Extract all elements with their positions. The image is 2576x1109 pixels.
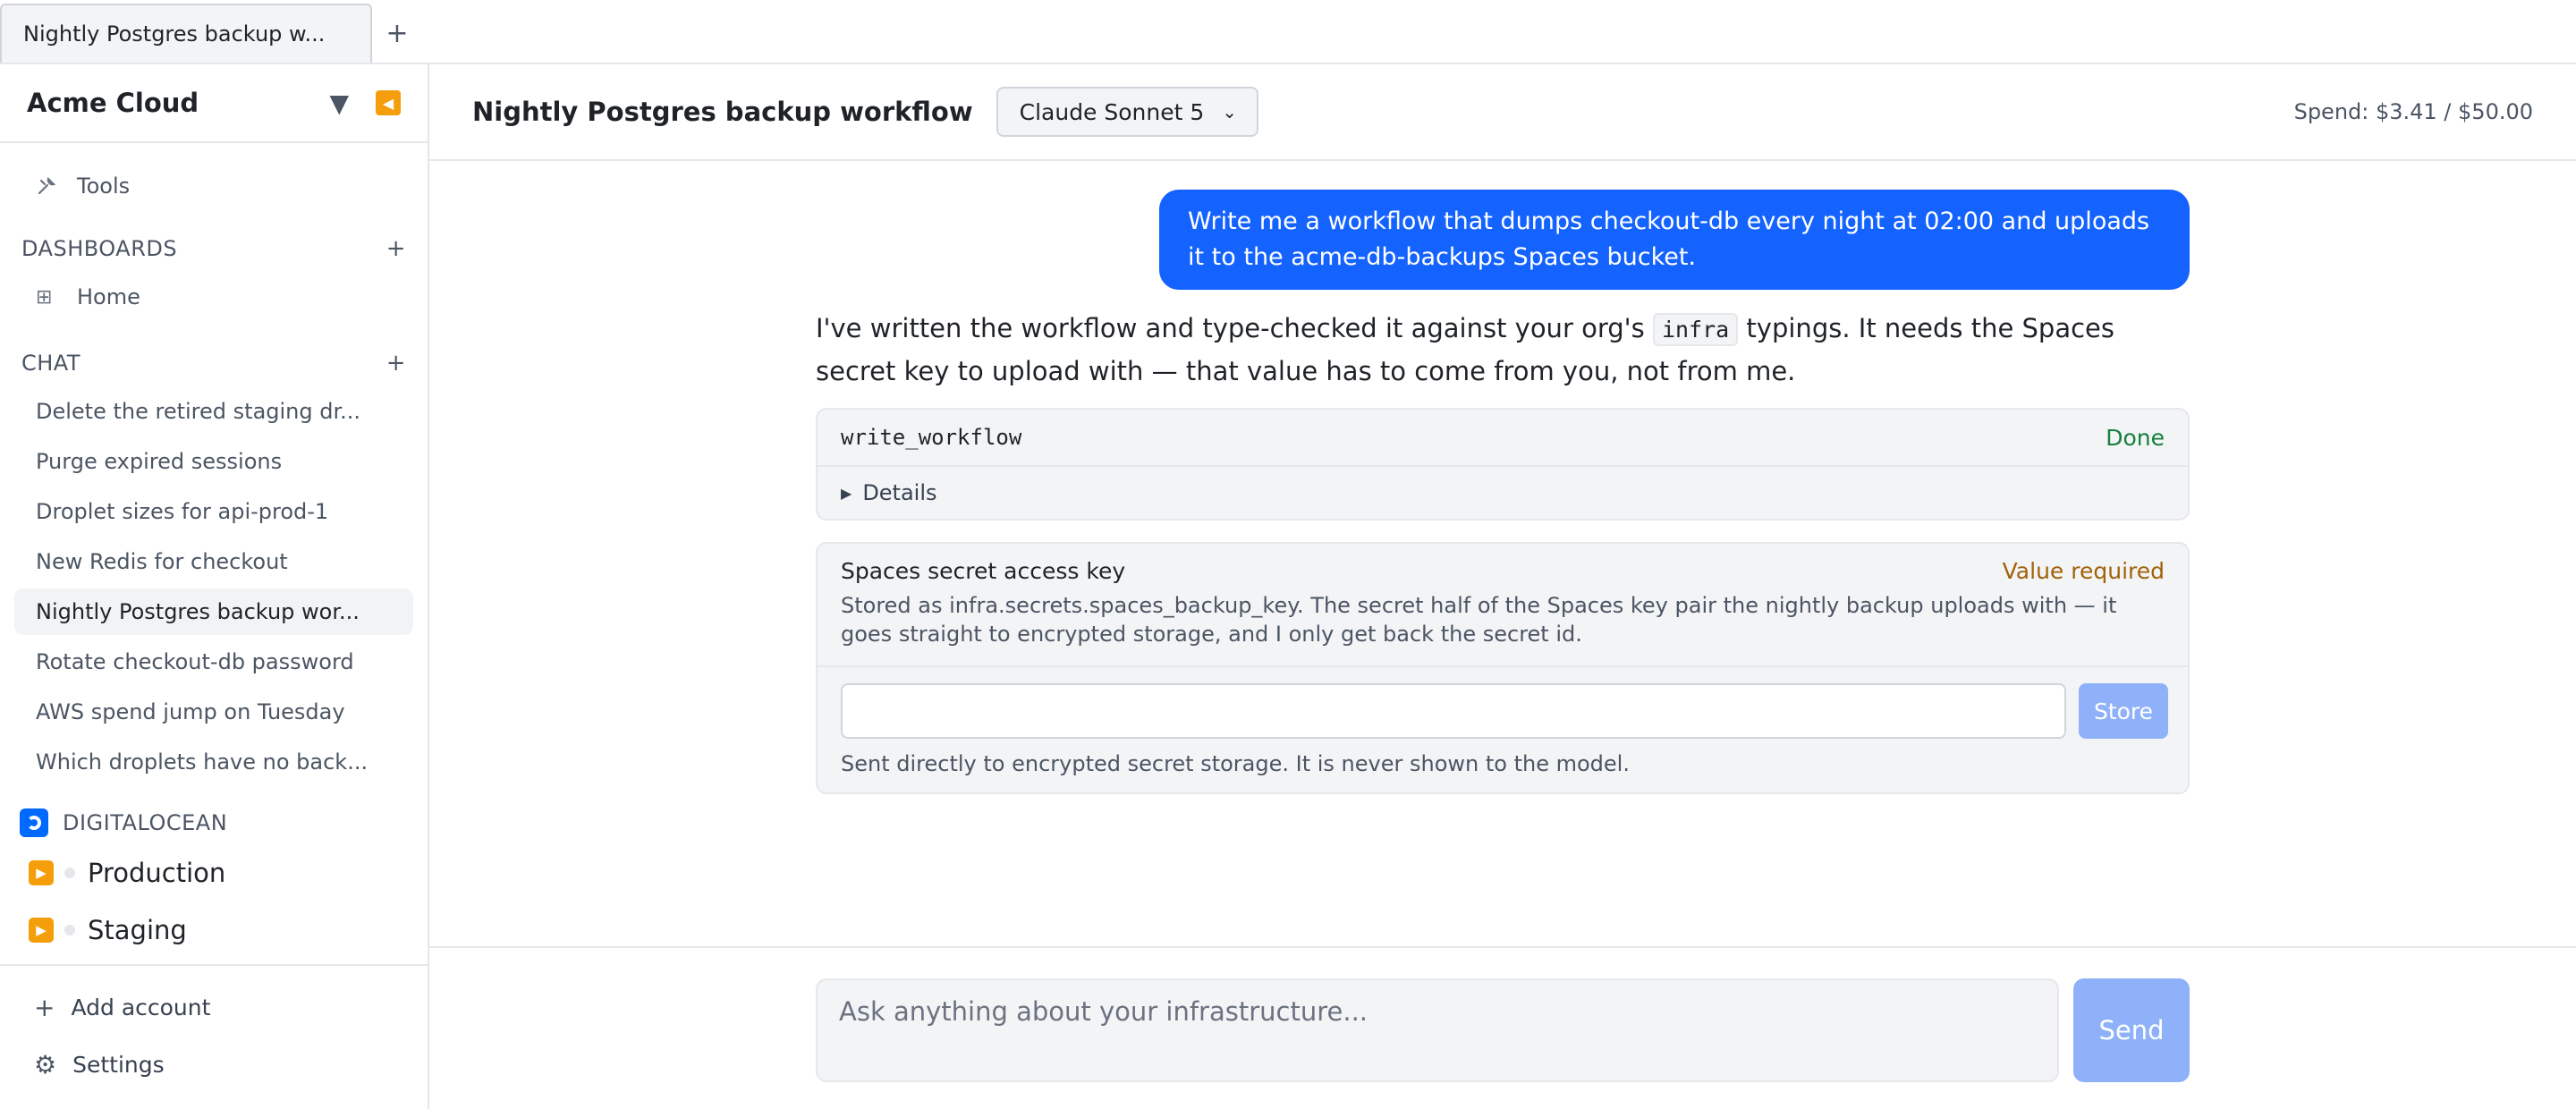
spend-indicator: Spend: $3.41 / $50.00 xyxy=(2293,99,2533,124)
chat-item[interactable]: Which droplets have no back... xyxy=(14,739,413,785)
chevron-down-icon: ⌄ xyxy=(1222,101,1238,123)
chat-item[interactable]: Droplet sizes for api-prod-1 xyxy=(14,488,413,535)
new-tab-plus-icon[interactable]: + xyxy=(372,4,422,63)
new-chat-plus-icon[interactable]: + xyxy=(386,350,406,377)
chat-header: Nightly Postgres backup workflow Claude … xyxy=(429,64,2576,161)
grid-icon: ⊞ xyxy=(36,285,53,309)
inline-code: infra xyxy=(1652,313,1739,346)
chat-item[interactable]: New Redis for checkout xyxy=(14,538,413,585)
tool-call-header: write_workflow Done xyxy=(818,410,2188,467)
secret-request-header: Spaces secret access key Value required … xyxy=(818,544,2188,667)
chat-item-label: AWS spend jump on Tuesday xyxy=(36,699,345,724)
section-title: DASHBOARDS xyxy=(21,236,178,261)
chat-item[interactable]: Delete the retired staging dr... xyxy=(14,388,413,435)
message-input-placeholder: Ask anything about your infrastructure..… xyxy=(839,996,1368,1027)
sidebar-item-label: Tools xyxy=(77,174,131,199)
status-dot xyxy=(64,868,75,878)
play-icon: ▶ xyxy=(29,918,54,943)
sidebar-item-label: Home xyxy=(77,284,140,309)
composer-area: Ask anything about your infrastructure..… xyxy=(429,946,2576,1109)
secret-note: Sent directly to encrypted secret storag… xyxy=(841,751,1630,776)
chat-item-label: Rotate checkout-db password xyxy=(36,649,354,674)
secret-request-card: Spaces secret access key Value required … xyxy=(816,542,2190,794)
provider-name: DIGITALOCEAN xyxy=(63,810,228,835)
plus-icon: + xyxy=(34,992,55,1022)
tab-strip: Nightly Postgres backup w... + xyxy=(0,0,2576,64)
org-name: Acme Cloud xyxy=(27,88,199,118)
chat-item-label: Which droplets have no back... xyxy=(36,749,369,775)
digitalocean-section-header: DIGITALOCEAN xyxy=(20,807,227,839)
details-label: Details xyxy=(862,480,937,505)
account-staging[interactable]: ▶ Staging xyxy=(29,907,187,953)
dashboards-section-header: DASHBOARDS + xyxy=(21,231,406,267)
gear-icon: ⚙ xyxy=(34,1049,57,1079)
settings-label: Settings xyxy=(72,1051,165,1078)
account-production[interactable]: ▶ Production xyxy=(29,850,225,896)
status-badge: Done xyxy=(2106,424,2165,451)
org-switcher[interactable]: Acme Cloud ▼ ◀ xyxy=(0,64,428,143)
user-message-text: Write me a workflow that dumps checkout-… xyxy=(1188,207,2150,271)
sidebar: Acme Cloud ▼ ◀ Tools DASHBOARDS + ⊞ Home… xyxy=(0,64,429,1109)
chevron-down-icon[interactable]: ▼ xyxy=(329,89,349,118)
sidebar-item-home[interactable]: ⊞ Home xyxy=(14,274,413,320)
chat-item-label: Droplet sizes for api-prod-1 xyxy=(36,499,329,524)
assistant-text-start: I've written the workflow and type-check… xyxy=(816,313,1653,343)
model-select-value: Claude Sonnet 5 xyxy=(1019,98,1205,125)
add-dashboard-plus-icon[interactable]: + xyxy=(386,235,406,262)
chat-section-header: CHAT + xyxy=(21,345,406,381)
add-account-label: Add account xyxy=(71,994,211,1020)
chat-item-active[interactable]: Nightly Postgres backup wor... xyxy=(14,588,413,635)
status-dot xyxy=(64,925,75,935)
tab-nightly-postgres-backup[interactable]: Nightly Postgres backup w... xyxy=(0,4,372,63)
status-badge: Value required xyxy=(2002,558,2165,584)
message-input[interactable]: Ask anything about your infrastructure..… xyxy=(816,978,2059,1082)
chat-item-label: Purge expired sessions xyxy=(36,449,283,474)
assistant-message: I've written the workflow and type-check… xyxy=(816,308,2184,392)
tool-name: write_workflow xyxy=(841,425,1022,450)
wrench-icon xyxy=(36,175,63,197)
account-label: Staging xyxy=(88,915,187,945)
play-icon: ▶ xyxy=(29,860,54,885)
chat-item[interactable]: AWS spend jump on Tuesday xyxy=(14,689,413,735)
settings-button[interactable]: ⚙ Settings xyxy=(34,1043,165,1086)
disclosure-triangle-icon: ▶ xyxy=(841,484,852,502)
chat-item-label: Nightly Postgres backup wor... xyxy=(36,599,360,624)
tab-label: Nightly Postgres backup w... xyxy=(23,21,326,47)
secret-value-input[interactable] xyxy=(841,683,2066,739)
secret-description: Stored as infra.secrets.spaces_backup_ke… xyxy=(841,593,2117,647)
store-button[interactable]: Store xyxy=(2079,683,2168,739)
sidebar-footer xyxy=(0,964,428,966)
chat-item[interactable]: Rotate checkout-db password xyxy=(14,639,413,685)
send-button[interactable]: Send xyxy=(2073,978,2190,1082)
account-label: Production xyxy=(88,858,226,888)
details-toggle[interactable]: ▶ Details xyxy=(818,467,2188,519)
collapse-sidebar-icon[interactable]: ◀ xyxy=(376,90,401,115)
page-title: Nightly Postgres backup workflow xyxy=(472,97,973,127)
chat-item-label: New Redis for checkout xyxy=(36,549,288,574)
add-account-button[interactable]: + Add account xyxy=(34,986,210,1029)
chat-item[interactable]: Purge expired sessions xyxy=(14,438,413,485)
sidebar-item-tools[interactable]: Tools xyxy=(14,163,413,209)
digitalocean-icon xyxy=(20,808,48,837)
chat-item-label: Delete the retired staging dr... xyxy=(36,399,361,424)
tool-call-card: write_workflow Done ▶ Details xyxy=(816,408,2190,521)
model-select[interactable]: Claude Sonnet 5 ⌄ xyxy=(996,87,1259,137)
section-title: CHAT xyxy=(21,351,81,376)
secret-title: Spaces secret access key xyxy=(841,558,1126,584)
user-message: Write me a workflow that dumps checkout-… xyxy=(1159,190,2190,290)
